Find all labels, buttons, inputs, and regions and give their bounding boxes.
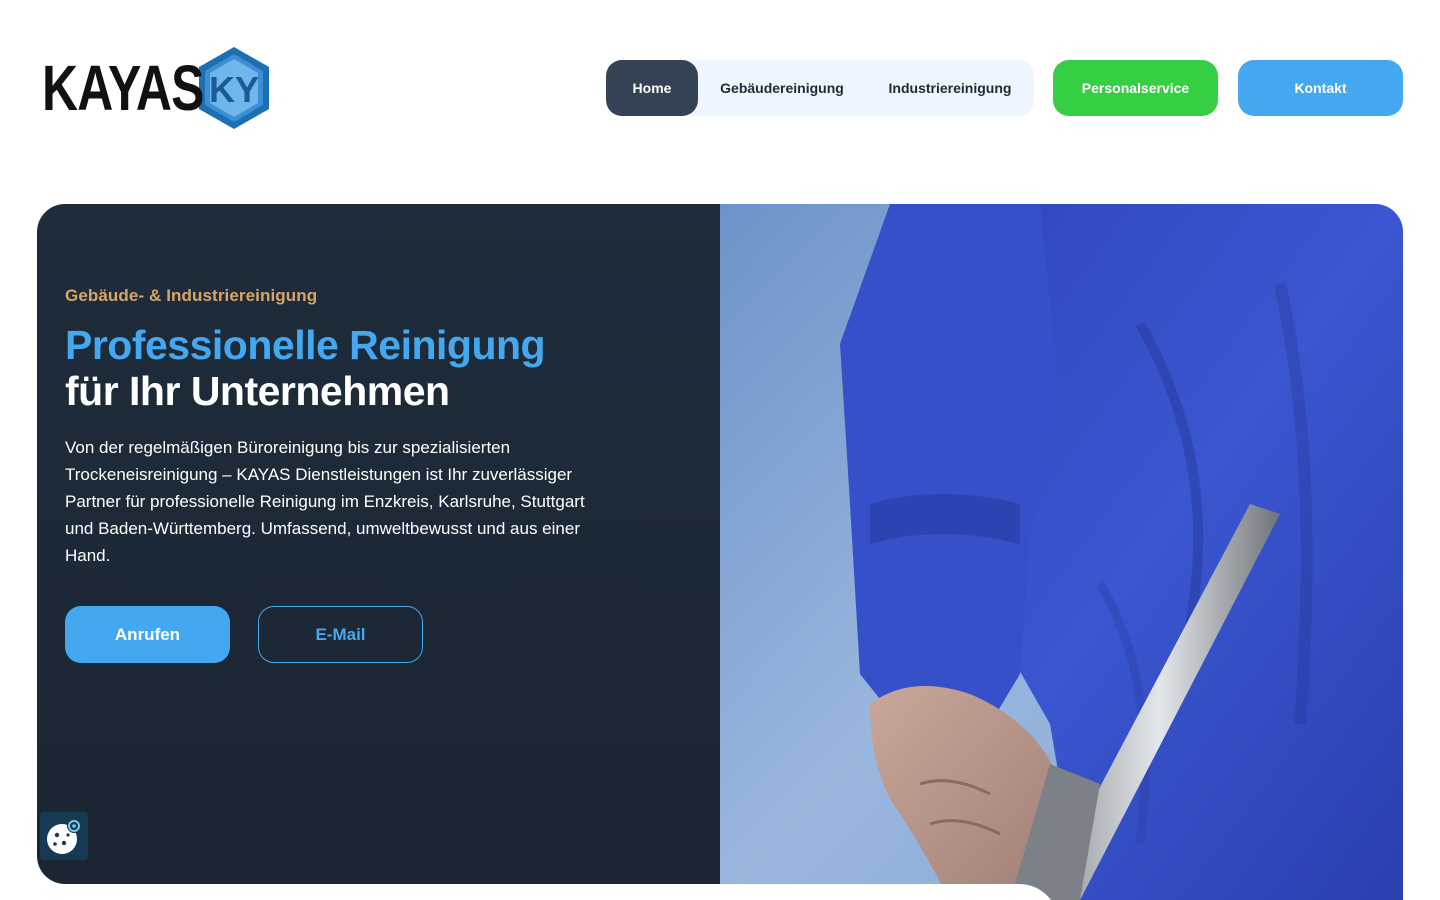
- worker-photo-illustration: [720, 204, 1403, 900]
- hero-eyebrow: Gebäude- & Industriereinigung: [65, 286, 318, 305]
- nav-item-home[interactable]: Home: [606, 60, 698, 116]
- hero-headline-line2: für Ihr Unternehmen: [65, 368, 450, 414]
- hero-section: Gebäude- & Industriereinigung Profession…: [37, 204, 1403, 900]
- cookie-settings-icon: [47, 819, 81, 854]
- nav-item-gebaeudereinigung[interactable]: Gebäudereinigung: [698, 60, 866, 116]
- kontakt-button[interactable]: Kontakt: [1238, 60, 1403, 116]
- main-nav: Home Gebäudereinigung Industriereinigung: [606, 60, 1034, 116]
- call-button[interactable]: Anrufen: [65, 606, 230, 663]
- hero-bottom-tab: [37, 884, 1059, 900]
- hero-intro-text: Von der regelmäßigen Büroreinigung bis z…: [65, 438, 585, 565]
- hero-headline: Professionelle Reinigung für Ihr Unterne…: [65, 322, 685, 414]
- personalservice-button[interactable]: Personalservice: [1053, 60, 1218, 116]
- cookie-settings-button[interactable]: [40, 812, 88, 860]
- email-button[interactable]: E-Mail: [258, 606, 423, 663]
- logo-mark-text: KY: [209, 69, 259, 110]
- logo-wordmark: KAYAS: [42, 52, 204, 124]
- hero-text-panel: Gebäude- & Industriereinigung Profession…: [37, 204, 720, 884]
- site-logo[interactable]: KAYAS KY: [42, 44, 272, 132]
- hero-image: [720, 204, 1403, 900]
- hero-headline-line1: Professionelle Reinigung: [65, 322, 546, 368]
- site-header: KAYAS KY Home Gebäudereinigung Industrie…: [0, 0, 1440, 180]
- logo-hexagon-icon: KY: [199, 47, 269, 129]
- nav-item-industriereinigung[interactable]: Industriereinigung: [866, 60, 1034, 116]
